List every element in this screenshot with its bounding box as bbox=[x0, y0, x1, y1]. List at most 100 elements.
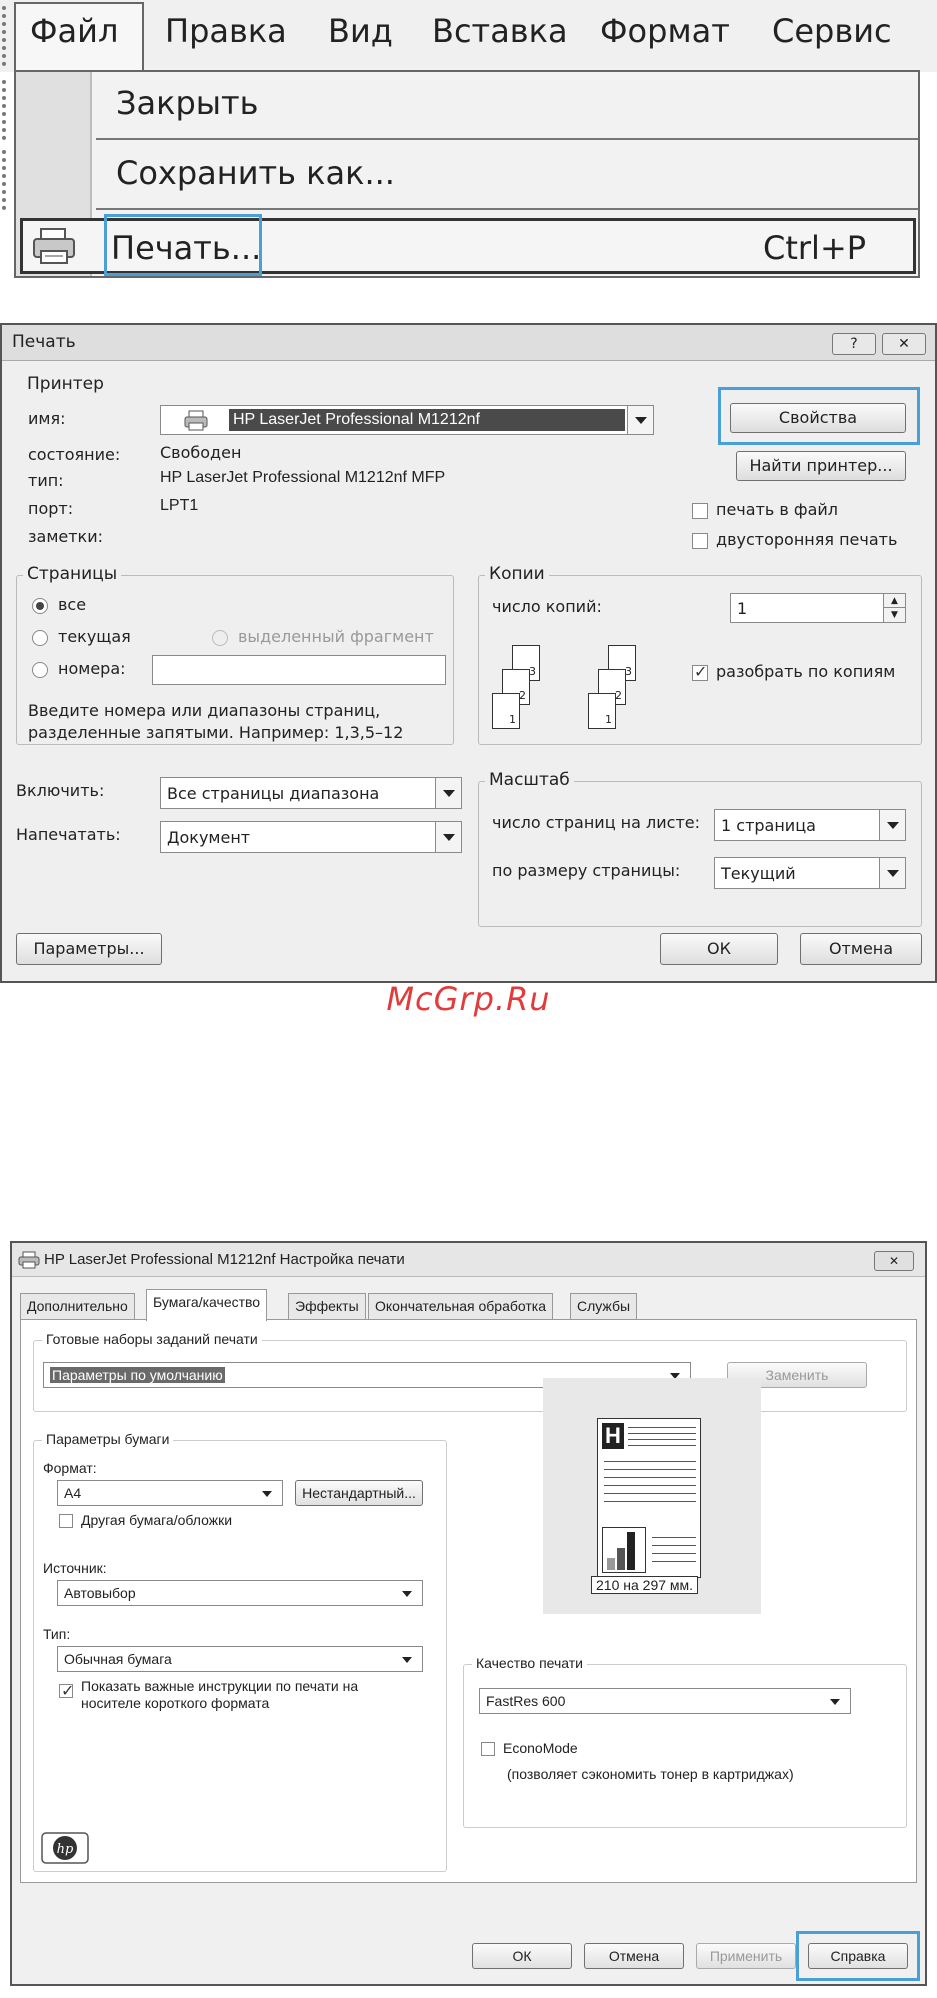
copies-group-label: Копии bbox=[485, 564, 549, 584]
menu-item-save-as[interactable]: Сохранить как... bbox=[116, 154, 395, 192]
pages-numbers-input[interactable] bbox=[152, 655, 446, 685]
chevron-down-icon[interactable] bbox=[627, 406, 653, 434]
close-button[interactable]: ✕ bbox=[882, 333, 926, 355]
short-media-instructions-checkbox[interactable] bbox=[59, 1681, 74, 1701]
other-paper-checkbox[interactable] bbox=[59, 1514, 73, 1528]
duplex-checkbox[interactable] bbox=[692, 533, 708, 549]
help-button[interactable]: ? bbox=[832, 333, 876, 355]
collate-label: разобрать по копиям bbox=[716, 662, 896, 681]
preview-text-lines bbox=[604, 1461, 696, 1462]
ok-button[interactable]: ОК bbox=[660, 933, 778, 965]
pages-selection-radio[interactable] bbox=[212, 630, 228, 646]
printer-name-combo[interactable]: HP LaserJet Professional M1212nf bbox=[160, 405, 654, 435]
include-combo[interactable]: Все страницы диапазона bbox=[160, 777, 462, 809]
printer-icon bbox=[184, 410, 208, 431]
menu-view[interactable]: Вид bbox=[328, 12, 393, 50]
copies-count-spinner[interactable]: 1 ▲ ▼ bbox=[730, 593, 906, 623]
page-preview-sheet: H bbox=[597, 1418, 701, 1578]
fit-page-combo[interactable]: Текущий bbox=[714, 857, 906, 889]
economode-label: EconoMode bbox=[503, 1740, 578, 1756]
tab-finishing[interactable]: Окончательная обработка bbox=[368, 1293, 553, 1319]
menu-item-print-shortcut: Ctrl+P bbox=[763, 229, 867, 267]
pages-numbers-radio[interactable] bbox=[32, 662, 48, 678]
quality-value: FastRes 600 bbox=[486, 1693, 566, 1709]
quality-combo[interactable]: FastRes 600 bbox=[479, 1688, 851, 1714]
pages-per-sheet-combo[interactable]: 1 страница bbox=[714, 809, 906, 841]
printer-port-label: порт: bbox=[28, 499, 74, 518]
menu-edit[interactable]: Правка bbox=[165, 12, 287, 50]
short-media-instructions-line1: Показать важные инструкции по печати на bbox=[81, 1678, 359, 1694]
tab-effects[interactable]: Эффекты bbox=[288, 1293, 366, 1319]
collate-checkbox[interactable] bbox=[692, 662, 708, 681]
chevron-down-icon[interactable] bbox=[435, 778, 461, 808]
spin-down-icon[interactable]: ▼ bbox=[883, 608, 905, 622]
menu-file[interactable]: Файл bbox=[30, 12, 118, 50]
close-button[interactable]: ✕ bbox=[874, 1251, 914, 1271]
spin-up-icon[interactable]: ▲ bbox=[883, 594, 905, 608]
menu-format[interactable]: Формат bbox=[600, 12, 730, 50]
printer-icon bbox=[33, 228, 75, 264]
apply-button[interactable]: Применить bbox=[696, 1943, 796, 1969]
hp-dialog-title: HP LaserJet Professional M1212nf Настрой… bbox=[44, 1251, 405, 1268]
paper-type-label: Тип: bbox=[43, 1626, 71, 1642]
quality-group-label: Качество печати bbox=[472, 1655, 587, 1671]
cancel-button[interactable]: Отмена bbox=[800, 933, 922, 965]
paper-source-combo[interactable]: Автовыбор bbox=[57, 1580, 423, 1606]
watermark: McGrp.Ru bbox=[386, 980, 551, 1018]
pages-current-radio[interactable] bbox=[32, 630, 48, 646]
paper-group-label: Параметры бумаги bbox=[42, 1431, 174, 1447]
options-button[interactable]: Параметры... bbox=[16, 933, 162, 965]
printer-notes-label: заметки: bbox=[28, 527, 103, 546]
menu-bar: Файл Правка Вид Вставка Формат Сервис bbox=[0, 0, 937, 72]
print-what-value: Документ bbox=[167, 828, 251, 847]
hp-settings-dialog: HP LaserJet Professional M1212nf Настрой… bbox=[10, 1241, 927, 1986]
paper-type-value: Обычная бумага bbox=[64, 1651, 172, 1667]
print-to-file-checkbox[interactable] bbox=[692, 503, 708, 519]
paper-quality-pane: Готовые наборы заданий печати Параметры … bbox=[20, 1319, 917, 1883]
print-dialog: Печать ? ✕ Принтер имя: HP LaserJet Prof… bbox=[0, 323, 937, 983]
menu-tools[interactable]: Сервис bbox=[772, 12, 892, 50]
include-label: Включить: bbox=[16, 781, 105, 800]
printer-status-label: состояние: bbox=[28, 445, 121, 464]
chevron-down-icon[interactable] bbox=[879, 858, 905, 888]
paper-format-combo[interactable]: A4 bbox=[57, 1480, 283, 1506]
printer-status-value: Свободен bbox=[160, 443, 242, 462]
ok-button[interactable]: ОК bbox=[472, 1943, 572, 1969]
tab-advanced[interactable]: Дополнительно bbox=[20, 1293, 135, 1319]
paper-format-value: A4 bbox=[64, 1485, 82, 1501]
printer-group-label: Принтер bbox=[23, 374, 108, 394]
toolbar-grip-2 bbox=[2, 80, 12, 140]
collate-page: 1 bbox=[492, 693, 520, 729]
chevron-down-icon[interactable] bbox=[435, 822, 461, 852]
custom-size-button[interactable]: Нестандартный... bbox=[295, 1480, 423, 1506]
tab-services[interactable]: Службы bbox=[570, 1293, 638, 1319]
find-printer-button[interactable]: Найти принтер... bbox=[736, 451, 906, 481]
tab-paper-quality[interactable]: Бумага/качество bbox=[146, 1289, 268, 1321]
pages-per-sheet-value: 1 страница bbox=[721, 816, 816, 835]
paper-source-label: Источник: bbox=[43, 1560, 107, 1576]
print-what-label: Напечатать: bbox=[16, 825, 121, 844]
hp-dialog-titlebar: HP LaserJet Professional M1212nf Настрой… bbox=[12, 1243, 925, 1277]
pages-all-radio[interactable] bbox=[32, 598, 48, 614]
print-to-file-label: печать в файл bbox=[716, 500, 839, 519]
fit-page-value: Текущий bbox=[721, 864, 796, 883]
toolbar-grip bbox=[2, 6, 12, 66]
fit-page-label: по размеру страницы: bbox=[492, 861, 681, 880]
paper-source-value: Автовыбор bbox=[64, 1585, 136, 1601]
paper-type-combo[interactable]: Обычная бумага bbox=[57, 1646, 423, 1672]
printer-type-label: тип: bbox=[28, 471, 64, 490]
menu-item-close[interactable]: Закрыть bbox=[116, 84, 259, 122]
duplex-label: двусторонняя печать bbox=[716, 530, 898, 549]
scale-group: Масштаб bbox=[478, 770, 922, 927]
menu-screenshot: Файл Правка Вид Вставка Формат Сервис За… bbox=[0, 0, 937, 285]
cancel-button[interactable]: Отмена bbox=[584, 1943, 684, 1969]
menu-insert[interactable]: Вставка bbox=[432, 12, 568, 50]
printer-port-value: LPT1 bbox=[160, 497, 199, 514]
chevron-down-icon[interactable] bbox=[879, 810, 905, 840]
svg-text:hp: hp bbox=[57, 1842, 74, 1857]
pages-group-label: Страницы bbox=[23, 564, 122, 584]
print-what-combo[interactable]: Документ bbox=[160, 821, 462, 853]
economode-checkbox[interactable] bbox=[481, 1742, 495, 1756]
collate-page: 1 bbox=[588, 693, 616, 729]
pages-current-label: текущая bbox=[58, 627, 131, 646]
